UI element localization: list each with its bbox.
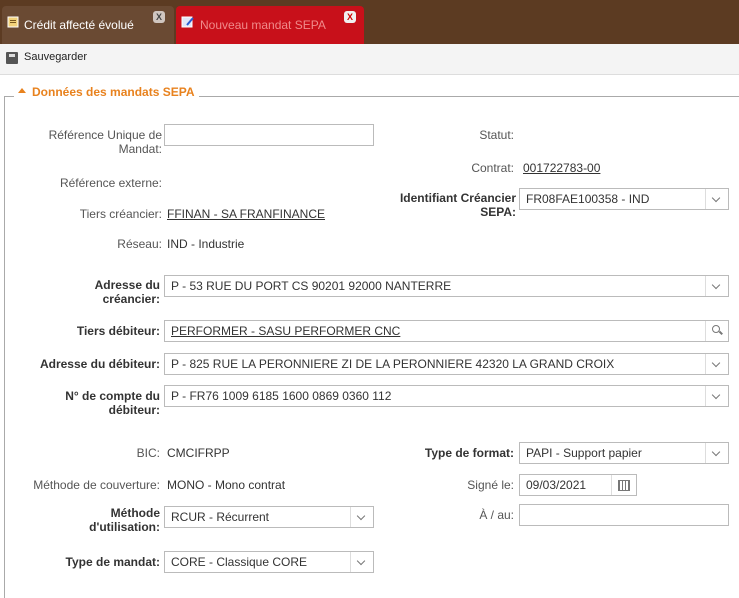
compte-value: P - FR76 1009 6185 1600 0869 0360 112: [171, 389, 392, 403]
adr-debiteur-value: P - 825 RUE LA PERONNIERE ZI DE LA PERON…: [171, 357, 615, 371]
tab-label: Nouveau mandat SEPA: [200, 18, 326, 32]
ident-creancier-label: Identifiant Créancier SEPA:: [399, 191, 516, 219]
reseau-label: Réseau:: [117, 237, 162, 251]
tab-label: Crédit affecté évolué: [24, 18, 134, 32]
toolbar: Sauvegarder: [0, 44, 739, 75]
search-icon[interactable]: [705, 321, 728, 341]
type-mandat-label: Type de mandat:: [65, 555, 160, 569]
section-title: Données des mandats SEPA: [32, 85, 195, 99]
rum-label: Référence Unique de Mandat:: [48, 128, 162, 156]
chevron-down-icon[interactable]: [705, 443, 728, 463]
reseau-value: IND - Industrie: [167, 237, 245, 251]
compte-label: N° de compte du débiteur:: [65, 389, 160, 417]
methode-couverture-label: Méthode de couverture:: [33, 478, 160, 492]
methode-utilisation-value: RCUR - Récurrent: [171, 510, 270, 524]
type-mandat-select[interactable]: CORE - Classique CORE: [164, 551, 374, 573]
tiers-creancier-label: Tiers créancier:: [79, 207, 162, 221]
section-toggle[interactable]: Données des mandats SEPA: [14, 85, 199, 99]
save-label: Sauvegarder: [24, 51, 87, 63]
tab-nouveau-mandat[interactable]: Nouveau mandat SEPA X: [176, 6, 364, 44]
chevron-down-icon[interactable]: [705, 354, 728, 374]
document-edit-icon: [181, 16, 194, 28]
chevron-down-icon[interactable]: [705, 386, 728, 406]
tiers-debiteur-link[interactable]: PERFORMER - SASU PERFORMER CNC: [171, 324, 400, 338]
a-au-label: À / au:: [479, 508, 514, 522]
adr-debiteur-label: Adresse du débiteur:: [39, 357, 160, 371]
signe-date-input[interactable]: 09/03/2021: [519, 474, 637, 496]
chevron-down-icon[interactable]: [705, 276, 728, 296]
ref-externe-label: Référence externe:: [59, 176, 162, 190]
contrat-link[interactable]: 001722783-00: [523, 161, 600, 175]
methode-utilisation-label: Méthode d'utilisation:: [89, 506, 160, 534]
document-icon: [7, 16, 19, 28]
type-mandat-value: CORE - Classique CORE: [171, 555, 308, 569]
bic-label: BIC:: [136, 446, 160, 460]
chevron-down-icon[interactable]: [705, 189, 728, 209]
type-format-label: Type de format:: [424, 446, 514, 460]
methode-utilisation-select[interactable]: RCUR - Récurrent: [164, 506, 374, 528]
adr-creancier-select[interactable]: P - 53 RUE DU PORT CS 90201 92000 NANTER…: [164, 275, 729, 297]
adr-creancier-label: Adresse du créancier:: [94, 278, 160, 306]
type-format-value: PAPI - Support papier: [526, 446, 642, 460]
type-format-select[interactable]: PAPI - Support papier: [519, 442, 729, 464]
methode-couverture-value: MONO - Mono contrat: [167, 478, 286, 492]
compte-select[interactable]: P - FR76 1009 6185 1600 0869 0360 112: [164, 385, 729, 407]
tab-credit-affecte[interactable]: Crédit affecté évolué X: [2, 6, 174, 44]
adr-debiteur-select[interactable]: P - 825 RUE LA PERONNIERE ZI DE LA PERON…: [164, 353, 729, 375]
a-au-input[interactable]: [519, 504, 729, 526]
tiers-debiteur-label: Tiers débiteur:: [76, 324, 160, 338]
tab-bar: Crédit affecté évolué X Nouveau mandat S…: [0, 0, 739, 44]
signe-date-value: 09/03/2021: [526, 478, 587, 492]
ident-creancier-select[interactable]: FR08FAE100358 - IND: [519, 188, 729, 210]
contrat-label: Contrat:: [471, 161, 514, 175]
close-icon[interactable]: X: [153, 11, 165, 23]
collapse-triangle-icon: [18, 88, 26, 94]
close-icon[interactable]: X: [344, 11, 356, 23]
tiers-debiteur-field[interactable]: PERFORMER - SASU PERFORMER CNC: [164, 320, 729, 342]
adr-creancier-value: P - 53 RUE DU PORT CS 90201 92000 NANTER…: [171, 279, 452, 293]
chevron-down-icon[interactable]: [350, 507, 373, 527]
chevron-down-icon[interactable]: [350, 552, 373, 572]
tiers-creancier-link[interactable]: FFINAN - SA FRANFINANCE: [167, 207, 325, 221]
calendar-icon[interactable]: [611, 475, 636, 495]
rum-input[interactable]: [164, 124, 374, 146]
floppy-disk-icon: [6, 52, 18, 64]
signe-label: Signé le:: [467, 478, 514, 492]
bic-value: CMCIFRPP: [167, 446, 230, 460]
ident-creancier-value: FR08FAE100358 - IND: [526, 192, 650, 206]
statut-label: Statut:: [479, 128, 514, 142]
